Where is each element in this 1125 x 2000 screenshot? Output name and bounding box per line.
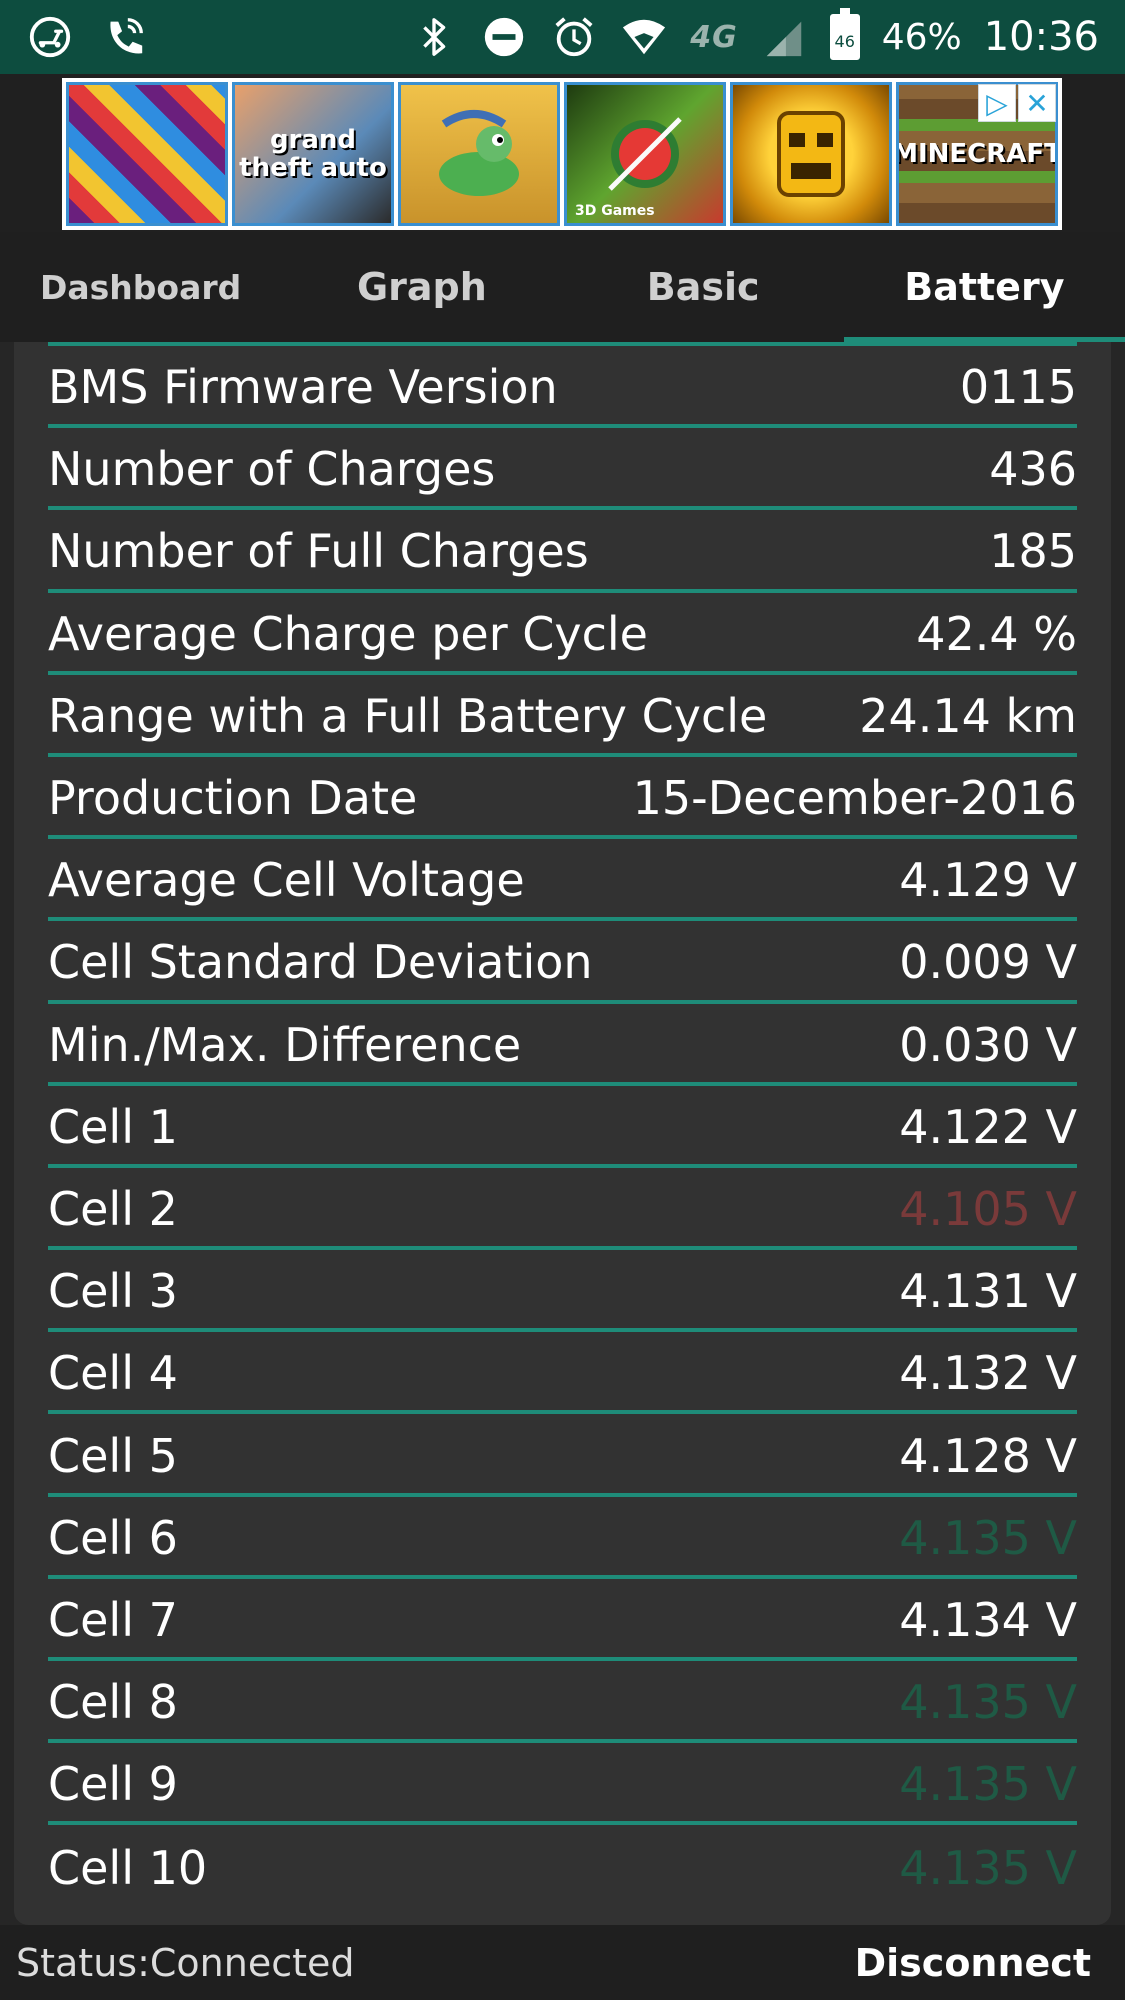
row-value: 24.14 km: [859, 688, 1077, 743]
ad-tile-candy[interactable]: [66, 82, 228, 226]
row-label: Cell 6: [48, 1510, 178, 1565]
ad-tile-gta-label: grand theft auto: [239, 125, 387, 183]
connection-status: Status:Connected: [16, 1940, 355, 1985]
row-label: Number of Full Charges: [48, 524, 589, 579]
row-value: 0.009 V: [899, 935, 1077, 990]
row-label: Cell 10: [48, 1841, 208, 1896]
battery-info-row: Cell 1 4.122 V: [48, 1086, 1077, 1168]
crocodile-icon: [439, 110, 519, 196]
row-value: 4.135 V: [899, 1757, 1077, 1812]
battery-percent: 46%: [881, 16, 962, 58]
ad-tile-fruit[interactable]: 3D Games: [564, 82, 726, 226]
battery-info-row: Cell 10 4.135 V: [48, 1825, 1077, 1907]
row-label: Cell 7: [48, 1592, 178, 1647]
row-value: 4.134 V: [899, 1592, 1077, 1647]
row-label: Cell 4: [48, 1346, 178, 1401]
row-value: 4.131 V: [899, 1264, 1077, 1319]
row-value: 4.129 V: [899, 853, 1077, 908]
wifi-icon: [620, 13, 668, 61]
scooter-app-icon: [26, 13, 74, 61]
row-label: Range with a Full Battery Cycle: [48, 688, 768, 743]
ad-controls[interactable]: ▷ ✕: [978, 84, 1056, 122]
row-label: Average Cell Voltage: [48, 853, 525, 908]
row-label: Cell 2: [48, 1181, 178, 1236]
tab-bar: Dashboard Graph Basic Battery: [0, 232, 1125, 342]
tab-graph[interactable]: Graph: [281, 232, 562, 342]
row-label: Min./Max. Difference: [48, 1017, 522, 1072]
battery-info-row: Average Charge per Cycle 42.4 %: [48, 593, 1077, 675]
battery-info-panel[interactable]: BMS Firmware Version 0115 Number of Charge…: [14, 342, 1111, 1925]
bluetooth-icon: [410, 13, 458, 61]
row-value: 42.4 %: [916, 606, 1077, 661]
disconnect-button[interactable]: Disconnect: [855, 1941, 1091, 1985]
status-bar: 4G 46 46% 10:36: [0, 0, 1125, 74]
battery-info-row: Cell 8 4.135 V: [48, 1661, 1077, 1744]
row-value: 4.128 V: [899, 1428, 1077, 1483]
battery-info-row: BMS Firmware Version 0115: [48, 346, 1077, 429]
row-label: Number of Charges: [48, 442, 496, 497]
battery-info-row: Number of Charges 436: [48, 428, 1077, 511]
tab-dashboard[interactable]: Dashboard: [0, 232, 281, 342]
battery-info-list: BMS Firmware Version 0115 Number of Charge…: [48, 342, 1077, 1908]
tab-battery[interactable]: Battery: [843, 232, 1125, 342]
row-label: Cell 5: [48, 1428, 178, 1483]
row-value: 0115: [959, 360, 1077, 415]
battery-info-row: Cell 7 4.134 V: [48, 1579, 1077, 1661]
row-value: 4.135 V: [899, 1510, 1077, 1565]
battery-info-row: Cell 6 4.135 V: [48, 1497, 1077, 1579]
battery-info-row: Cell 2 4.105 V: [48, 1168, 1077, 1251]
battery-info-row: Cell 9 4.135 V: [48, 1743, 1077, 1826]
battery-info-row: Min./Max. Difference 0.030 V: [48, 1004, 1077, 1086]
bottom-bar: Status:Connected Disconnect: [0, 1925, 1125, 2000]
battery-info-row: Production Date 15-December-2016: [48, 757, 1077, 840]
ad-choices-icon[interactable]: ▷: [978, 84, 1016, 122]
network-type-label: 4G: [690, 19, 738, 55]
ad-tile-minecraft-label: MINECRAFT: [896, 139, 1058, 169]
battery-info-row: Average Cell Voltage 4.129 V: [48, 839, 1077, 922]
signal-strength-icon: [760, 13, 808, 61]
row-label: Cell 8: [48, 1675, 178, 1730]
battery-icon: 46: [829, 8, 860, 60]
clock: 10:36: [983, 14, 1099, 60]
ad-close-button[interactable]: ✕: [1018, 84, 1056, 122]
row-value: 185: [989, 524, 1077, 579]
battery-info-row: Cell 4 4.132 V: [48, 1332, 1077, 1415]
ad-banner[interactable]: grand theft auto 3D Games MINECRAFT ▷ ✕: [0, 74, 1125, 232]
battery-info-row: Number of Full Charges 185: [48, 510, 1077, 593]
row-value: 0.030 V: [899, 1017, 1077, 1072]
battery-info-row: Cell Standard Deviation 0.009 V: [48, 921, 1077, 1004]
ad-tile-gta[interactable]: grand theft auto: [232, 82, 394, 226]
row-label: Cell 9: [48, 1757, 178, 1812]
ad-tile-croc[interactable]: [398, 82, 560, 226]
row-value: 4.105 V: [899, 1181, 1077, 1236]
row-value: 4.122 V: [899, 1099, 1077, 1154]
wifi-calling-icon: [100, 13, 148, 61]
battery-info-row: Cell 5 4.128 V: [48, 1414, 1077, 1497]
tab-basic[interactable]: Basic: [563, 232, 844, 342]
do-not-disturb-icon: [480, 13, 528, 61]
row-label: Production Date: [48, 771, 418, 826]
row-value: 4.135 V: [899, 1675, 1077, 1730]
temple-face-icon: [777, 111, 845, 197]
ad-strip[interactable]: grand theft auto 3D Games MINECRAFT ▷ ✕: [62, 78, 1062, 230]
row-value: 4.135 V: [899, 1841, 1077, 1896]
battery-icon-level: 46: [834, 32, 855, 51]
battery-info-row: Range with a Full Battery Cycle 24.14 km: [48, 675, 1077, 757]
row-label: Cell Standard Deviation: [48, 935, 593, 990]
battery-info-row: Cell 3 4.131 V: [48, 1250, 1077, 1333]
row-value: 15-December-2016: [632, 771, 1077, 826]
watermelon-icon: [608, 117, 682, 191]
row-label: Cell 1: [48, 1099, 178, 1154]
row-value: 4.132 V: [899, 1346, 1077, 1401]
row-value: 436: [989, 442, 1077, 497]
ad-tile-temple[interactable]: [730, 82, 892, 226]
row-label: Cell 3: [48, 1264, 178, 1319]
alarm-icon: [550, 13, 598, 61]
row-label: Average Charge per Cycle: [48, 606, 648, 661]
row-label: BMS Firmware Version: [48, 360, 558, 415]
ad-tile-fruit-label: 3D Games: [575, 203, 655, 219]
